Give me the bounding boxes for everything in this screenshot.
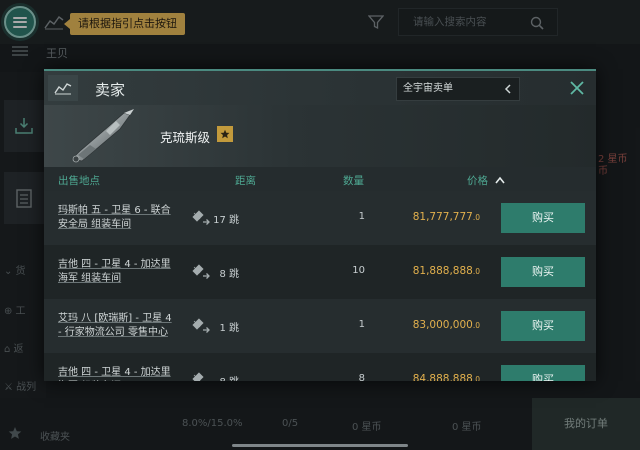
price-value: 81,777,777.0 bbox=[413, 211, 480, 223]
sell-location[interactable]: 吉他 四 - 卫星 4 - 加达里海军 组装车间 bbox=[58, 258, 178, 286]
close-icon[interactable] bbox=[568, 79, 586, 97]
sell-location[interactable]: 玛斯帕 五 - 卫星 6 - 联合安全局 组装车间 bbox=[58, 204, 178, 232]
star-icon bbox=[220, 129, 230, 139]
buy-button[interactable]: 购买 bbox=[501, 203, 585, 233]
quantity-value: 8 bbox=[358, 373, 365, 381]
jump-distance: 8 跳 bbox=[219, 269, 239, 280]
jump-distance: 8 跳 bbox=[219, 373, 239, 381]
buy-button[interactable]: 购买 bbox=[501, 257, 585, 287]
jump-distance: 1 跳 bbox=[219, 323, 239, 334]
chevron-left-icon bbox=[504, 84, 511, 94]
table-row: 玛斯帕 五 - 卫星 6 - 联合安全局 组装车间 17 跳 1 81,777,… bbox=[44, 191, 596, 245]
sell-location[interactable]: 吉他 四 - 卫星 4 - 加达里海军 组装车间 bbox=[58, 366, 178, 381]
price-decimal: .0 bbox=[472, 375, 480, 381]
column-distance[interactable]: 距离 bbox=[235, 173, 256, 188]
price-decimal: .0 bbox=[472, 267, 480, 276]
home-indicator bbox=[232, 444, 408, 447]
quantity-value: 10 bbox=[352, 265, 365, 276]
jump-distance: 17 跳 bbox=[213, 215, 239, 226]
table-row: 吉他 四 - 卫星 4 - 加达里海军 组装车间 8 跳 8 84,888,88… bbox=[44, 353, 596, 381]
price-value: 84,888,888.0 bbox=[413, 373, 480, 381]
sell-location[interactable]: 艾玛 八 [欧瑞斯] - 卫星 4 - 行家物流公司 零售中心 bbox=[58, 312, 178, 340]
price-value: 83,000,000.0 bbox=[413, 319, 480, 331]
price-history-button[interactable] bbox=[48, 75, 78, 101]
buy-button[interactable]: 购买 bbox=[501, 311, 585, 341]
region-select-value: 全宇宙卖单 bbox=[403, 83, 453, 94]
quantity-value: 1 bbox=[358, 211, 365, 222]
region-select[interactable]: 全宇宙卖单 bbox=[396, 77, 520, 101]
table-row: 艾玛 八 [欧瑞斯] - 卫星 4 - 行家物流公司 零售中心 1 跳 1 83… bbox=[44, 299, 596, 353]
sell-orders-list: 玛斯帕 五 - 卫星 6 - 联合安全局 组装车间 17 跳 1 81,777,… bbox=[44, 191, 596, 381]
sellers-modal: 卖家 全宇宙卖单 克琉斯级 出售地点 距离 数量 价格 玛斯帕 五 - 卫星 6… bbox=[44, 69, 596, 381]
column-location[interactable]: 出售地点 bbox=[58, 173, 100, 188]
favorite-star-badge[interactable] bbox=[217, 126, 233, 142]
price-amount: 81,777,777 bbox=[412, 211, 473, 223]
column-price[interactable]: 价格 bbox=[467, 173, 488, 188]
route-icon[interactable] bbox=[191, 371, 211, 381]
price-amount: 84,888,888 bbox=[412, 373, 473, 381]
table-header: 出售地点 距离 数量 价格 bbox=[44, 167, 596, 191]
column-quantity[interactable]: 数量 bbox=[343, 173, 364, 188]
price-decimal: .0 bbox=[472, 213, 480, 222]
modal-header: 卖家 全宇宙卖单 bbox=[44, 71, 596, 105]
route-icon[interactable] bbox=[191, 209, 211, 227]
table-row: 吉他 四 - 卫星 4 - 加达里海军 组装车间 8 跳 10 81,888,8… bbox=[44, 245, 596, 299]
item-banner: 克琉斯级 bbox=[44, 105, 596, 167]
price-value: 81,888,888.0 bbox=[413, 265, 480, 277]
route-icon[interactable] bbox=[191, 263, 211, 281]
sort-ascending-icon[interactable] bbox=[495, 176, 505, 184]
price-amount: 83,000,000 bbox=[412, 319, 473, 331]
item-name: 克琉斯级 bbox=[160, 130, 211, 145]
chart-icon bbox=[54, 83, 72, 95]
modal-title: 卖家 bbox=[95, 81, 126, 99]
buy-button[interactable]: 购买 bbox=[501, 365, 585, 381]
ship-image bbox=[71, 109, 134, 163]
price-amount: 81,888,888 bbox=[412, 265, 473, 277]
price-decimal: .0 bbox=[472, 321, 480, 330]
route-icon[interactable] bbox=[191, 317, 211, 335]
quantity-value: 1 bbox=[358, 319, 365, 330]
